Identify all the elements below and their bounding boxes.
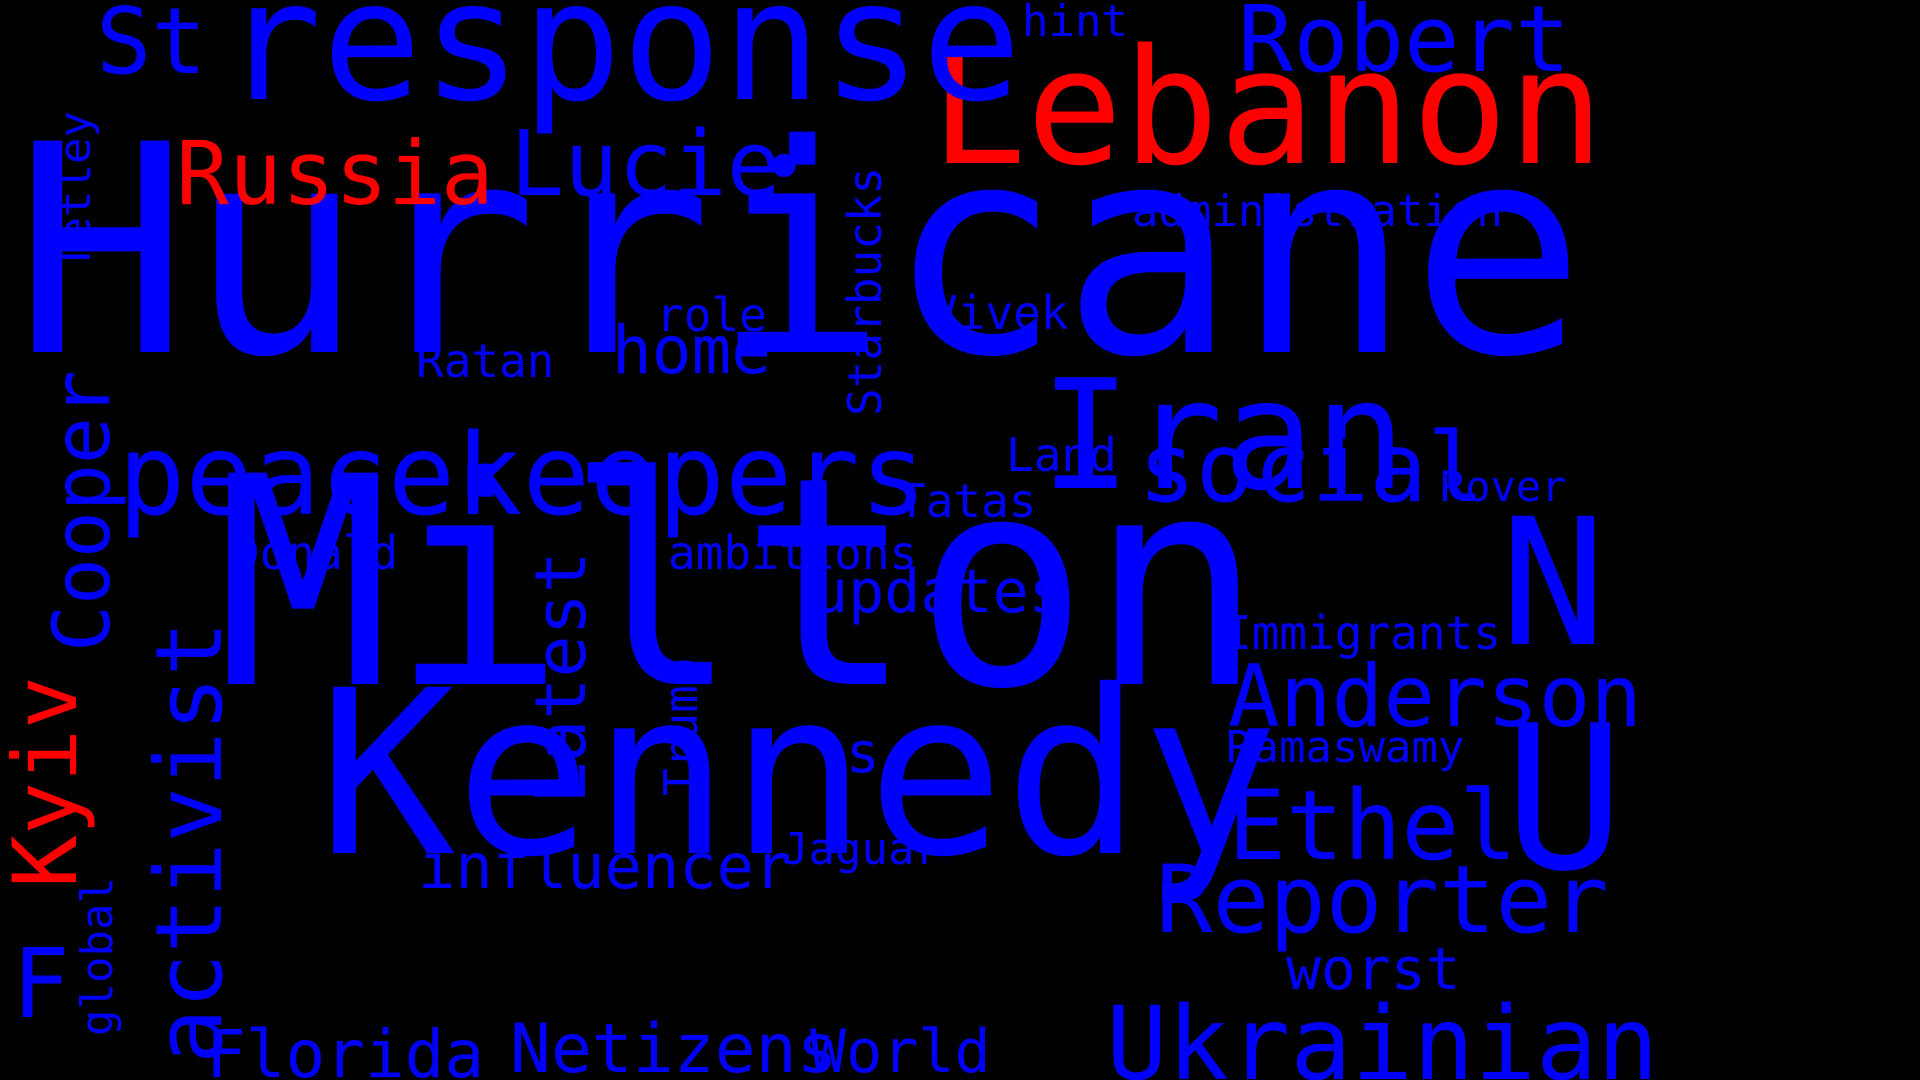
word-dot: • — [760, 121, 809, 214]
word-u: U — [1504, 683, 1625, 916]
word-robert: Robert — [1238, 0, 1571, 93]
word-world: World — [810, 1017, 991, 1080]
word-cooper: Cooper — [38, 370, 128, 652]
word-tatas: Tatas — [898, 474, 1037, 528]
word-tetley: Tetley — [50, 111, 101, 270]
word-cloud: Hurricane Milton Kennedy Lebanon respons… — [0, 0, 1920, 1080]
word-netizens: Netizens — [510, 1010, 838, 1080]
word-st: St — [96, 0, 207, 95]
word-ramaswamy: Ramaswamy — [1226, 722, 1465, 773]
word-ethel: Ethel — [1228, 770, 1517, 882]
word-kyiv: Kyiv — [0, 676, 97, 888]
word-f: F — [12, 928, 70, 1040]
word-s: s — [846, 721, 880, 786]
word-jaguar: Jaguar — [782, 824, 941, 875]
word-trump: Trump — [654, 657, 708, 796]
word-russia: Russia — [176, 122, 494, 225]
word-donald: Donald — [232, 526, 399, 580]
word-ambitions: ambitions — [668, 526, 918, 580]
word-global: global — [72, 877, 123, 1036]
word-starbucks: Starbucks — [838, 166, 892, 416]
word-role: role — [656, 288, 767, 342]
word-hint: hint — [1022, 0, 1128, 47]
word-ratan: Ratan — [416, 334, 555, 388]
word-social: social — [1138, 412, 1485, 524]
word-land: Land — [1006, 428, 1117, 482]
word-worst: worst — [1286, 935, 1461, 1003]
word-lucie: Lucie — [510, 112, 781, 217]
word-immigrants: Immigrants — [1224, 606, 1501, 660]
word-vivek: Vivek — [930, 286, 1069, 340]
word-ukrainian: Ukrainian — [1106, 985, 1659, 1080]
word-peacekeepers: peacekeepers — [118, 411, 928, 541]
word-influencer: influencer — [418, 830, 792, 903]
word-response: response — [222, 0, 1022, 139]
word-activist: activist — [136, 620, 243, 1064]
word-n: N — [1500, 481, 1606, 686]
word-latest: Latest — [520, 551, 602, 804]
word-rover: Rover — [1440, 462, 1567, 511]
word-florida: Florida — [206, 1016, 485, 1080]
word-administration: administration — [1132, 186, 1503, 237]
